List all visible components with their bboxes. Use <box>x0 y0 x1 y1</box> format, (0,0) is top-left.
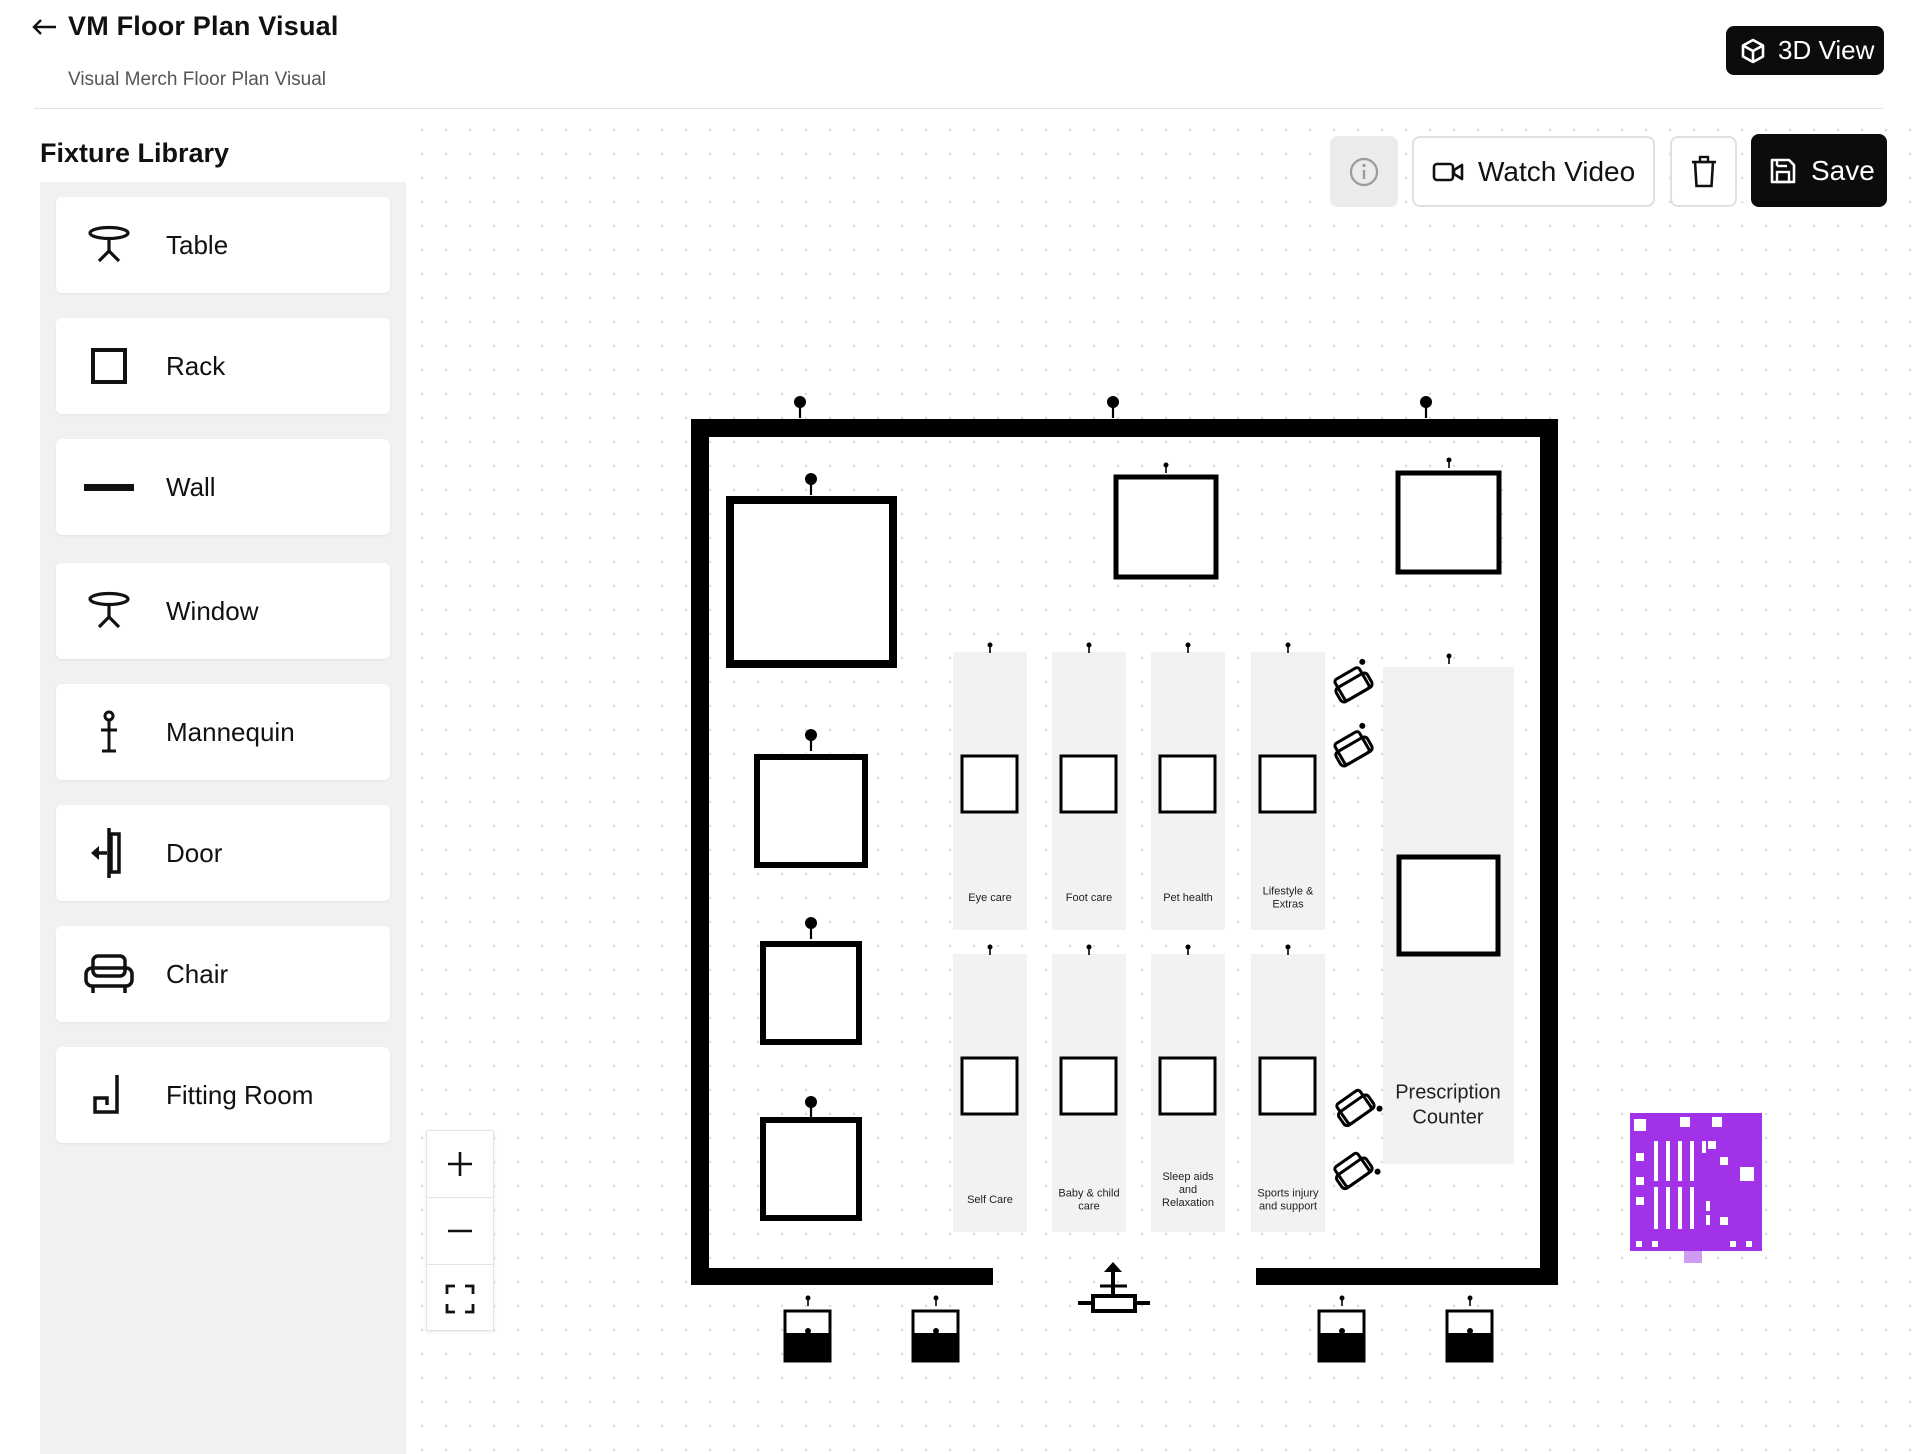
aisle-foot-care[interactable] <box>1052 641 1126 931</box>
video-camera-icon <box>1432 162 1464 181</box>
aisle-eye-care[interactable] <box>953 641 1027 931</box>
aisle-pet-health[interactable] <box>1151 641 1225 931</box>
chair[interactable] <box>1330 1147 1381 1196</box>
rack[interactable] <box>754 727 868 868</box>
chair[interactable] <box>1328 658 1378 704</box>
aisle-self-care[interactable] <box>953 943 1027 1233</box>
prescription-counter[interactable]: Prescription Counter <box>1383 652 1514 1165</box>
wall-pin[interactable] <box>1418 394 1434 420</box>
rack[interactable] <box>726 471 897 668</box>
trash-icon <box>1691 155 1716 187</box>
zoom-out-button[interactable] <box>427 1198 493 1265</box>
info-button[interactable] <box>1330 136 1398 207</box>
aisle-label: Sports injury and support <box>1257 1188 1319 1213</box>
entrance-door[interactable] <box>1078 1262 1150 1313</box>
rack[interactable] <box>760 1094 862 1221</box>
watch-video-button[interactable]: Watch Video <box>1412 136 1655 207</box>
delete-button[interactable] <box>1670 136 1737 207</box>
plus-icon <box>448 1152 472 1176</box>
floppy-disk-icon <box>1770 158 1796 183</box>
info-icon <box>1349 157 1379 186</box>
window-unit[interactable] <box>1445 1294 1494 1363</box>
zoom-in-button[interactable] <box>427 1131 493 1198</box>
wall-pin[interactable] <box>1105 394 1121 420</box>
floor-plan: Eye care Foot care Pet health Lifestyle … <box>691 394 1558 1363</box>
aisle-label: Foot care <box>1066 892 1112 904</box>
chair[interactable] <box>1328 722 1378 768</box>
minus-icon <box>448 1229 472 1233</box>
wall-pin[interactable] <box>792 394 808 420</box>
aisle-label: Pet health <box>1163 892 1213 904</box>
zoom-controls <box>426 1130 494 1331</box>
fullscreen-icon <box>445 1284 475 1313</box>
aisle-label: Eye care <box>968 892 1011 904</box>
chair[interactable] <box>1332 1084 1383 1133</box>
aisle-label: Self Care <box>967 1194 1013 1206</box>
rack[interactable] <box>760 915 862 1045</box>
watch-video-label: Watch Video <box>1478 155 1636 187</box>
rack[interactable] <box>1395 456 1502 575</box>
window-unit[interactable] <box>911 1294 960 1363</box>
window-unit[interactable] <box>783 1294 832 1363</box>
rack[interactable] <box>1113 461 1219 580</box>
save-label: Save <box>1811 154 1875 186</box>
fit-view-button[interactable] <box>427 1265 493 1332</box>
window-unit[interactable] <box>1317 1294 1366 1363</box>
minimap[interactable] <box>1628 1111 1764 1277</box>
save-button[interactable]: Save <box>1751 134 1887 207</box>
